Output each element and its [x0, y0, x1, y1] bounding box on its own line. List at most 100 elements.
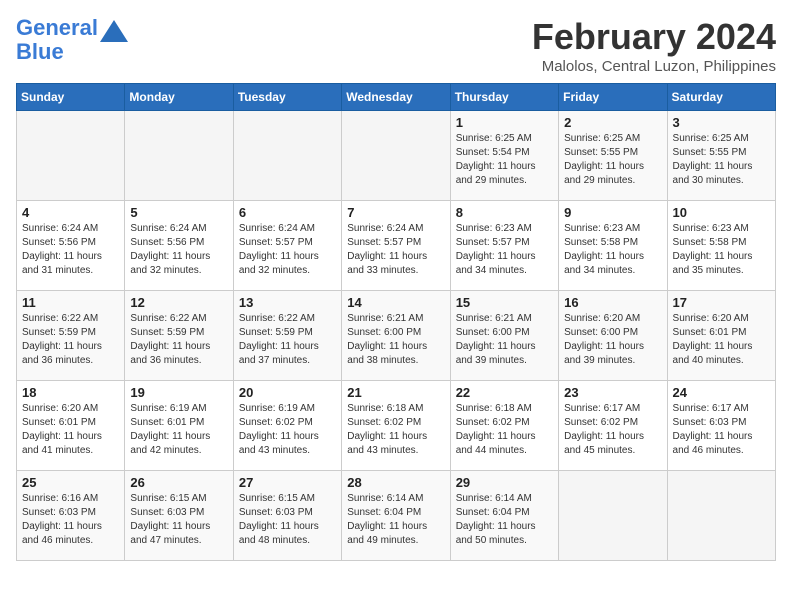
day-cell: 16 Sunrise: 6:20 AM Sunset: 6:00 PM Dayli…: [559, 291, 667, 381]
day-info: Sunrise: 6:21 AM Sunset: 6:00 PM Dayligh…: [456, 312, 553, 368]
header-cell-thursday: Thursday: [450, 84, 558, 111]
day-number: 24: [673, 385, 770, 400]
day-cell: 23 Sunrise: 6:17 AM Sunset: 6:02 PM Dayli…: [559, 381, 667, 471]
day-cell: 12 Sunrise: 6:22 AM Sunset: 5:59 PM Dayli…: [125, 291, 233, 381]
day-number: 12: [130, 295, 227, 310]
day-number: 9: [564, 205, 661, 220]
day-number: 3: [673, 115, 770, 130]
day-info: Sunrise: 6:19 AM Sunset: 6:02 PM Dayligh…: [239, 402, 336, 458]
day-number: 11: [22, 295, 119, 310]
day-number: 26: [130, 475, 227, 490]
day-number: 8: [456, 205, 553, 220]
day-info: Sunrise: 6:14 AM Sunset: 6:04 PM Dayligh…: [456, 492, 553, 548]
day-number: 15: [456, 295, 553, 310]
day-info: Sunrise: 6:21 AM Sunset: 6:00 PM Dayligh…: [347, 312, 444, 368]
day-cell: [125, 111, 233, 201]
location-subtitle: Malolos, Central Luzon, Philippines: [532, 58, 776, 75]
day-number: 6: [239, 205, 336, 220]
day-cell: 26 Sunrise: 6:15 AM Sunset: 6:03 PM Dayli…: [125, 471, 233, 561]
day-cell: [233, 111, 341, 201]
day-cell: 27 Sunrise: 6:15 AM Sunset: 6:03 PM Dayli…: [233, 471, 341, 561]
day-number: 29: [456, 475, 553, 490]
day-number: 20: [239, 385, 336, 400]
day-info: Sunrise: 6:23 AM Sunset: 5:58 PM Dayligh…: [673, 222, 770, 278]
day-info: Sunrise: 6:20 AM Sunset: 6:01 PM Dayligh…: [673, 312, 770, 368]
day-info: Sunrise: 6:23 AM Sunset: 5:57 PM Dayligh…: [456, 222, 553, 278]
month-year-title: February 2024: [532, 16, 776, 58]
day-info: Sunrise: 6:25 AM Sunset: 5:55 PM Dayligh…: [673, 132, 770, 188]
day-cell: 25 Sunrise: 6:16 AM Sunset: 6:03 PM Dayli…: [17, 471, 125, 561]
day-info: Sunrise: 6:20 AM Sunset: 6:01 PM Dayligh…: [22, 402, 119, 458]
day-number: 21: [347, 385, 444, 400]
day-number: 14: [347, 295, 444, 310]
day-cell: 15 Sunrise: 6:21 AM Sunset: 6:00 PM Dayli…: [450, 291, 558, 381]
header-cell-monday: Monday: [125, 84, 233, 111]
day-info: Sunrise: 6:24 AM Sunset: 5:57 PM Dayligh…: [239, 222, 336, 278]
day-info: Sunrise: 6:24 AM Sunset: 5:57 PM Dayligh…: [347, 222, 444, 278]
day-cell: 10 Sunrise: 6:23 AM Sunset: 5:58 PM Dayli…: [667, 201, 775, 291]
day-cell: [559, 471, 667, 561]
day-number: 19: [130, 385, 227, 400]
day-info: Sunrise: 6:24 AM Sunset: 5:56 PM Dayligh…: [130, 222, 227, 278]
day-number: 5: [130, 205, 227, 220]
day-number: 10: [673, 205, 770, 220]
calendar-body: 1Sunrise: 6:25 AM Sunset: 5:54 PM Daylig…: [17, 111, 776, 561]
day-info: Sunrise: 6:15 AM Sunset: 6:03 PM Dayligh…: [130, 492, 227, 548]
day-number: 28: [347, 475, 444, 490]
day-number: 13: [239, 295, 336, 310]
calendar-table: SundayMondayTuesdayWednesdayThursdayFrid…: [16, 83, 776, 561]
day-cell: 20 Sunrise: 6:19 AM Sunset: 6:02 PM Dayli…: [233, 381, 341, 471]
day-info: Sunrise: 6:22 AM Sunset: 5:59 PM Dayligh…: [22, 312, 119, 368]
day-number: 25: [22, 475, 119, 490]
day-cell: 14 Sunrise: 6:21 AM Sunset: 6:00 PM Dayli…: [342, 291, 450, 381]
logo-text: GeneralBlue: [16, 16, 98, 64]
day-info: Sunrise: 6:17 AM Sunset: 6:02 PM Dayligh…: [564, 402, 661, 458]
week-row-1: 4 Sunrise: 6:24 AM Sunset: 5:56 PM Daylig…: [17, 201, 776, 291]
day-cell: 19 Sunrise: 6:19 AM Sunset: 6:01 PM Dayli…: [125, 381, 233, 471]
logo: GeneralBlue: [16, 16, 128, 64]
day-cell: 2Sunrise: 6:25 AM Sunset: 5:55 PM Daylig…: [559, 111, 667, 201]
day-cell: 8 Sunrise: 6:23 AM Sunset: 5:57 PM Daylig…: [450, 201, 558, 291]
day-cell: [17, 111, 125, 201]
day-cell: 24 Sunrise: 6:17 AM Sunset: 6:03 PM Dayli…: [667, 381, 775, 471]
day-cell: 21 Sunrise: 6:18 AM Sunset: 6:02 PM Dayli…: [342, 381, 450, 471]
day-number: 22: [456, 385, 553, 400]
day-cell: 7Sunrise: 6:24 AM Sunset: 5:57 PM Daylig…: [342, 201, 450, 291]
day-number: 16: [564, 295, 661, 310]
day-number: 23: [564, 385, 661, 400]
week-row-3: 18 Sunrise: 6:20 AM Sunset: 6:01 PM Dayli…: [17, 381, 776, 471]
day-cell: 18 Sunrise: 6:20 AM Sunset: 6:01 PM Dayli…: [17, 381, 125, 471]
logo-icon: [100, 20, 128, 42]
day-number: 27: [239, 475, 336, 490]
day-number: 17: [673, 295, 770, 310]
header-cell-sunday: Sunday: [17, 84, 125, 111]
day-cell: 3 Sunrise: 6:25 AM Sunset: 5:55 PM Daylig…: [667, 111, 775, 201]
day-cell: 1Sunrise: 6:25 AM Sunset: 5:54 PM Daylig…: [450, 111, 558, 201]
header-row: SundayMondayTuesdayWednesdayThursdayFrid…: [17, 84, 776, 111]
day-cell: 28 Sunrise: 6:14 AM Sunset: 6:04 PM Dayli…: [342, 471, 450, 561]
day-info: Sunrise: 6:18 AM Sunset: 6:02 PM Dayligh…: [456, 402, 553, 458]
day-info: Sunrise: 6:24 AM Sunset: 5:56 PM Dayligh…: [22, 222, 119, 278]
day-info: Sunrise: 6:15 AM Sunset: 6:03 PM Dayligh…: [239, 492, 336, 548]
week-row-4: 25 Sunrise: 6:16 AM Sunset: 6:03 PM Dayli…: [17, 471, 776, 561]
day-number: 1: [456, 115, 553, 130]
day-info: Sunrise: 6:14 AM Sunset: 6:04 PM Dayligh…: [347, 492, 444, 548]
day-info: Sunrise: 6:17 AM Sunset: 6:03 PM Dayligh…: [673, 402, 770, 458]
day-info: Sunrise: 6:16 AM Sunset: 6:03 PM Dayligh…: [22, 492, 119, 548]
day-number: 18: [22, 385, 119, 400]
day-cell: [342, 111, 450, 201]
header-cell-friday: Friday: [559, 84, 667, 111]
day-number: 4: [22, 205, 119, 220]
day-info: Sunrise: 6:18 AM Sunset: 6:02 PM Dayligh…: [347, 402, 444, 458]
week-row-2: 11 Sunrise: 6:22 AM Sunset: 5:59 PM Dayli…: [17, 291, 776, 381]
day-cell: 22 Sunrise: 6:18 AM Sunset: 6:02 PM Dayli…: [450, 381, 558, 471]
day-info: Sunrise: 6:19 AM Sunset: 6:01 PM Dayligh…: [130, 402, 227, 458]
day-info: Sunrise: 6:22 AM Sunset: 5:59 PM Dayligh…: [130, 312, 227, 368]
day-cell: 13 Sunrise: 6:22 AM Sunset: 5:59 PM Dayli…: [233, 291, 341, 381]
day-info: Sunrise: 6:22 AM Sunset: 5:59 PM Dayligh…: [239, 312, 336, 368]
day-info: Sunrise: 6:20 AM Sunset: 6:00 PM Dayligh…: [564, 312, 661, 368]
header-cell-tuesday: Tuesday: [233, 84, 341, 111]
header-cell-wednesday: Wednesday: [342, 84, 450, 111]
day-number: 2: [564, 115, 661, 130]
day-cell: 5 Sunrise: 6:24 AM Sunset: 5:56 PM Daylig…: [125, 201, 233, 291]
